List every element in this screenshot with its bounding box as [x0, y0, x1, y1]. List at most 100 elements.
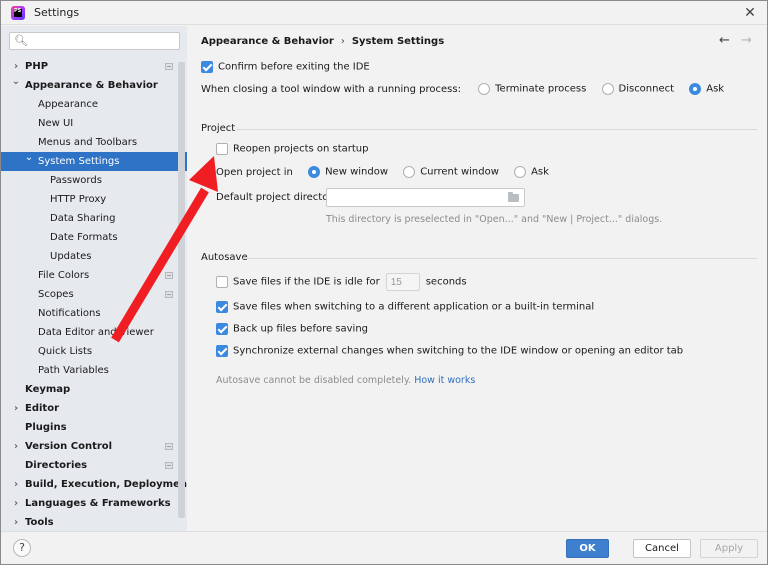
sidebar: 🔍︎ › PHP ⌄ Appearance & Behavior Appearance N… — [1, 26, 187, 531]
radio-circle[interactable] — [478, 83, 491, 95]
cancel-button[interactable]: Cancel — [633, 539, 691, 558]
sidebar-item-appearance[interactable]: Appearance — [1, 95, 187, 114]
sidebar-item-notifications[interactable]: Notifications — [1, 304, 187, 323]
chevron-right-icon[interactable]: › — [11, 437, 21, 456]
open-project-in-label: Open project in — [216, 166, 293, 178]
chevron-right-icon[interactable]: › — [11, 399, 21, 418]
radio-circle[interactable] — [514, 166, 527, 178]
sidebar-item-keymap[interactable]: Keymap — [1, 380, 187, 399]
sidebar-item-quick-lists[interactable]: Quick Lists — [1, 342, 187, 361]
sidebar-item-label: Notifications — [38, 308, 101, 319]
radio-terminate-process[interactable]: Terminate process — [478, 83, 586, 95]
sidebar-item-version-control[interactable]: › Version Control — [1, 437, 187, 456]
radio-current-window[interactable]: Current window — [403, 166, 499, 178]
radio-circle[interactable] — [403, 166, 416, 178]
radio-ask-open[interactable]: Ask — [514, 166, 549, 178]
sidebar-item-data-editor-and-viewer[interactable]: Data Editor and Viewer — [1, 323, 187, 342]
radio-circle[interactable] — [601, 83, 614, 95]
radio-circle[interactable] — [689, 83, 702, 95]
settings-content: Appearance & Behavior › System Settings ← … — [187, 26, 767, 531]
save-on-switch-checkbox[interactable] — [216, 301, 228, 313]
folder-icon[interactable] — [508, 192, 519, 202]
backup-option[interactable]: Back up files before saving — [216, 323, 368, 335]
search-field[interactable]: 🔍︎ — [9, 32, 180, 50]
idle-save-checkbox[interactable] — [216, 276, 228, 288]
back-arrow-icon[interactable]: ← — [719, 33, 730, 48]
default-dir-field[interactable] — [326, 188, 525, 207]
chevron-right-icon[interactable]: › — [11, 494, 21, 513]
confirm-exit-checkbox[interactable] — [201, 61, 213, 73]
sync-option[interactable]: Synchronize external changes when switch… — [216, 345, 683, 357]
sidebar-item-data-sharing[interactable]: Data Sharing — [1, 209, 187, 228]
autosave-section-title: Autosave — [201, 252, 248, 263]
sidebar-item-label: Updates — [50, 251, 92, 262]
close-icon[interactable]: ✕ — [741, 4, 759, 22]
reopen-projects-option[interactable]: Reopen projects on startup — [216, 143, 369, 155]
help-button[interactable]: ? — [13, 539, 31, 557]
idle-seconds-field[interactable] — [385, 273, 420, 291]
chevron-down-icon[interactable]: ⌄ — [11, 72, 21, 91]
search-icon: 🔍︎ — [14, 34, 28, 47]
sidebar-item-php[interactable]: › PHP — [1, 57, 187, 76]
ok-button[interactable]: OK — [566, 539, 609, 558]
forward-arrow-icon: → — [741, 33, 752, 48]
sidebar-item-date-formats[interactable]: Date Formats — [1, 228, 187, 247]
radio-new-window[interactable]: New window — [308, 166, 388, 178]
sidebar-item-label: PHP — [25, 61, 49, 72]
sidebar-item-label: Keymap — [25, 384, 71, 395]
sidebar-item-http-proxy[interactable]: HTTP Proxy — [1, 190, 187, 209]
sidebar-scrollbar[interactable] — [178, 62, 185, 518]
sidebar-item-system-settings[interactable]: ⌄ System Settings — [1, 152, 187, 171]
sidebar-item-languages-frameworks[interactable]: › Languages & Frameworks — [1, 494, 187, 513]
radio-label: Current window — [420, 166, 499, 178]
sidebar-item-path-variables[interactable]: Path Variables — [1, 361, 187, 380]
sidebar-item-updates[interactable]: Updates — [1, 247, 187, 266]
sidebar-item-scopes[interactable]: Scopes — [1, 285, 187, 304]
sidebar-item-passwords[interactable]: Passwords — [1, 171, 187, 190]
project-divider — [237, 129, 757, 130]
settings-dialog: PS Settings ✕ 🔍︎ › PHP ⌄ Appearance & Behav… — [0, 0, 768, 565]
confirm-exit-option[interactable]: Confirm before exiting the IDE — [201, 61, 370, 73]
autosave-divider — [243, 258, 757, 259]
sidebar-item-directories[interactable]: Directories — [1, 456, 187, 475]
sidebar-item-build-execution-deployment[interactable]: › Build, Execution, Deployment — [1, 475, 187, 494]
radio-disconnect[interactable]: Disconnect — [601, 83, 675, 95]
open-project-in-row: Open project in New window Current windo… — [216, 166, 561, 178]
radio-label: Disconnect — [618, 83, 675, 95]
chevron-right-icon[interactable]: › — [11, 475, 21, 494]
sync-checkbox[interactable] — [216, 345, 228, 357]
sidebar-item-label: Tools — [25, 517, 54, 528]
save-on-switch-option[interactable]: Save files when switching to a different… — [216, 301, 594, 313]
default-dir-input[interactable] — [330, 191, 500, 204]
radio-label: New window — [325, 166, 389, 178]
chevron-right-icon[interactable]: › — [11, 513, 21, 531]
reopen-projects-checkbox[interactable] — [216, 143, 228, 155]
sidebar-item-new-ui[interactable]: New UI — [1, 114, 187, 133]
confirm-exit-label: Confirm before exiting the IDE — [218, 61, 370, 73]
project-scope-icon — [165, 443, 173, 450]
autosave-note: Autosave cannot be disabled completely. … — [216, 375, 475, 386]
sidebar-item-plugins[interactable]: Plugins — [1, 418, 187, 437]
search-input[interactable] — [30, 34, 175, 48]
breadcrumb: Appearance & Behavior › System Settings — [201, 36, 444, 47]
project-scope-icon — [165, 462, 173, 469]
autosave-note-text: Autosave cannot be disabled completely. — [216, 375, 412, 386]
save-on-switch-label: Save files when switching to a different… — [233, 301, 595, 313]
sidebar-item-tools[interactable]: › Tools — [1, 513, 187, 531]
sidebar-item-editor[interactable]: › Editor — [1, 399, 187, 418]
radio-ask[interactable]: Ask — [689, 83, 724, 95]
sidebar-item-label: Build, Execution, Deployment — [25, 479, 187, 490]
sidebar-item-appearance-behavior[interactable]: ⌄ Appearance & Behavior — [1, 76, 187, 95]
backup-checkbox[interactable] — [216, 323, 228, 335]
idle-seconds-input[interactable] — [390, 276, 417, 288]
chevron-down-icon[interactable]: ⌄ — [24, 148, 34, 167]
sidebar-item-file-colors[interactable]: File Colors — [1, 266, 187, 285]
breadcrumb-current: System Settings — [351, 36, 445, 47]
how-it-works-link[interactable]: How it works — [414, 375, 475, 386]
default-dir-hint: This directory is preselected in "Open..… — [326, 214, 663, 225]
radio-circle[interactable] — [308, 166, 321, 178]
sidebar-item-label: Version Control — [25, 441, 113, 452]
project-scope-icon — [165, 291, 173, 298]
breadcrumb-parent[interactable]: Appearance & Behavior — [201, 36, 334, 47]
idle-save-label: Save files if the IDE is idle for — [233, 276, 380, 288]
